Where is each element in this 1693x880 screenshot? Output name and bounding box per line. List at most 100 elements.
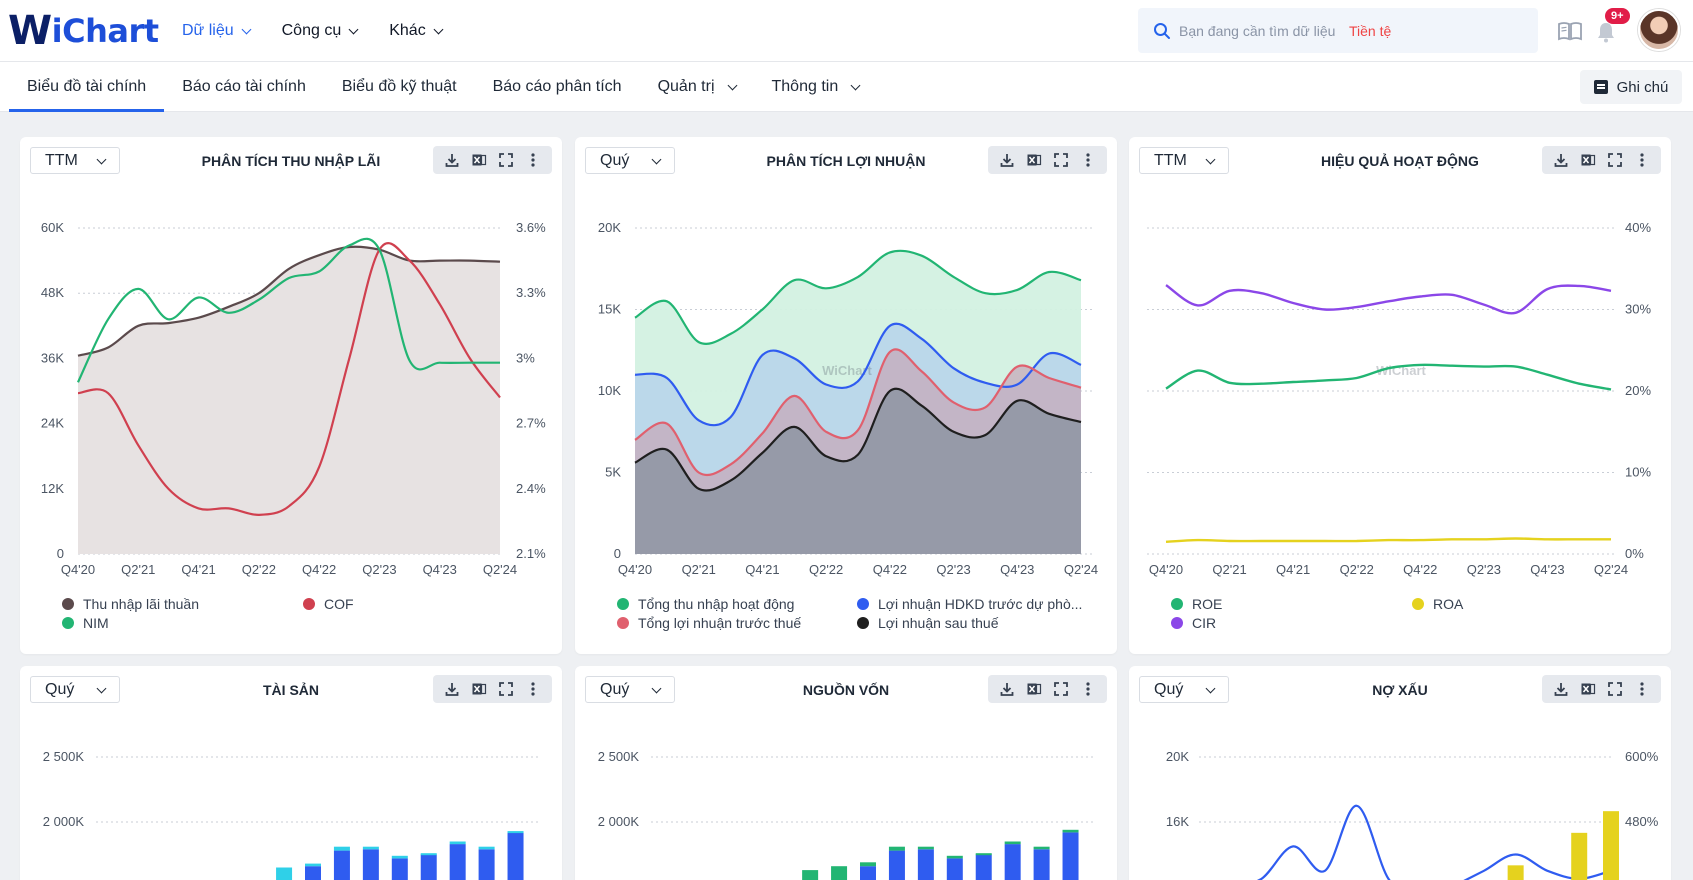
more-vertical-icon[interactable] — [1077, 679, 1099, 699]
bar-segment[interactable] — [1033, 849, 1050, 880]
bar-segment[interactable] — [860, 862, 876, 867]
period-select[interactable]: Quý — [585, 676, 675, 703]
bar-segment[interactable] — [333, 850, 350, 880]
excel-icon[interactable] — [1023, 679, 1045, 699]
bar-segment[interactable] — [507, 832, 524, 880]
legend-item[interactable]: Thu nhập lãi thuần — [62, 596, 199, 612]
download-icon[interactable] — [996, 679, 1018, 699]
period-select[interactable]: TTM — [1139, 147, 1229, 174]
bar-segment[interactable] — [1033, 846, 1050, 850]
bar-segment[interactable] — [1062, 829, 1079, 833]
x-tick-label: Q2'21 — [682, 562, 716, 577]
download-icon[interactable] — [1550, 150, 1572, 170]
excel-icon[interactable] — [468, 150, 490, 170]
legend-item[interactable]: Lợi nhuận sau thuế — [857, 615, 999, 631]
fullscreen-icon[interactable] — [495, 150, 517, 170]
bar-segment[interactable] — [1507, 865, 1524, 880]
bar-segment[interactable] — [333, 846, 350, 851]
more-vertical-icon[interactable] — [522, 150, 544, 170]
period-select[interactable]: Quý — [1139, 676, 1229, 703]
search-input[interactable] — [1179, 22, 1349, 39]
fullscreen-icon[interactable] — [1604, 150, 1626, 170]
bar-segment[interactable] — [362, 846, 379, 850]
bar-segment[interactable] — [975, 853, 992, 856]
excel-icon[interactable] — [1577, 150, 1599, 170]
bar-segment[interactable] — [1004, 844, 1021, 880]
bar-segment[interactable] — [276, 867, 293, 880]
more-vertical-icon[interactable] — [1631, 150, 1653, 170]
period-select-value: Quý — [45, 680, 75, 698]
nav-item-cong-cu[interactable]: Công cụ — [282, 0, 359, 62]
bar-segment[interactable] — [802, 870, 819, 880]
fullscreen-icon[interactable] — [495, 679, 517, 699]
x-tick-label: Q4'23 — [1000, 562, 1034, 577]
download-icon[interactable] — [441, 679, 463, 699]
tab-quan-tri[interactable]: Quản trị — [640, 62, 754, 112]
bar-segment[interactable] — [449, 841, 466, 845]
bar-segment[interactable] — [305, 863, 321, 867]
legend-item[interactable]: Tổng thu nhập hoạt động — [617, 596, 794, 612]
period-select[interactable]: Quý — [585, 147, 675, 174]
fullscreen-icon[interactable] — [1604, 679, 1626, 699]
excel-icon[interactable] — [468, 679, 490, 699]
bar-segment[interactable] — [507, 831, 524, 834]
bar-segment[interactable] — [391, 858, 408, 880]
tab-bieu-do-ky-thuat[interactable]: Biểu đồ kỹ thuật — [324, 62, 475, 112]
wichart-logo[interactable]: WiChart — [8, 8, 159, 54]
user-avatar[interactable] — [1638, 9, 1680, 51]
bar-segment[interactable] — [831, 866, 848, 880]
nav-item-label: Dữ liệu — [182, 22, 234, 39]
bar-segment[interactable] — [946, 858, 963, 880]
bar-segment[interactable] — [917, 846, 934, 850]
excel-icon[interactable] — [1023, 150, 1045, 170]
bar-segment[interactable] — [391, 855, 408, 859]
nav-item-khac[interactable]: Khác — [389, 0, 444, 62]
download-icon[interactable] — [441, 150, 463, 170]
period-select[interactable]: Quý — [30, 676, 120, 703]
bar-segment[interactable] — [1004, 841, 1021, 845]
bar-segment[interactable] — [860, 866, 876, 880]
download-icon[interactable] — [996, 150, 1018, 170]
more-vertical-icon[interactable] — [522, 679, 544, 699]
more-vertical-icon[interactable] — [1077, 150, 1099, 170]
bar-segment[interactable] — [362, 849, 379, 880]
fullscreen-icon[interactable] — [1050, 679, 1072, 699]
bar-segment[interactable] — [478, 846, 495, 850]
fullscreen-icon[interactable] — [1050, 150, 1072, 170]
bar-segment[interactable] — [305, 866, 321, 880]
series-line-ROA[interactable] — [1165, 537, 1611, 543]
bar-segment[interactable] — [946, 855, 963, 859]
bar-segment[interactable] — [888, 850, 905, 880]
tab-bao-cao-tai-chinh[interactable]: Báo cáo tài chính — [164, 62, 324, 112]
note-button[interactable]: Ghi chú — [1580, 70, 1682, 104]
bar-segment[interactable] — [975, 854, 992, 880]
bar-segment[interactable] — [478, 849, 495, 880]
series-line-npl[interactable] — [1166, 804, 1612, 880]
bar-segment[interactable] — [1603, 811, 1619, 880]
bar-segment[interactable] — [420, 853, 437, 856]
bar-segment[interactable] — [449, 844, 466, 880]
excel-icon[interactable] — [1577, 679, 1599, 699]
bar-segment[interactable] — [1062, 832, 1079, 880]
bar-segment[interactable] — [888, 846, 905, 851]
period-select[interactable]: TTM — [30, 147, 120, 174]
book-icon[interactable] — [1556, 19, 1584, 43]
bar-segment[interactable] — [1571, 832, 1588, 880]
more-vertical-icon[interactable] — [1631, 679, 1653, 699]
legend-item[interactable]: NIM — [62, 615, 109, 631]
nav-item-du-lieu[interactable]: Dữ liệu — [182, 0, 252, 62]
legend-item[interactable]: ROA — [1412, 596, 1463, 612]
tab-bao-cao-phan-tich[interactable]: Báo cáo phân tích — [475, 62, 640, 112]
bar-segment[interactable] — [420, 854, 437, 880]
tab-bieu-do-tai-chinh[interactable]: Biểu đồ tài chính — [9, 62, 165, 112]
legend-item[interactable]: COF — [303, 596, 354, 612]
search-hint[interactable]: Tiền tệ — [1349, 23, 1391, 39]
legend-item[interactable]: Lợi nhuận HDKD trước dự phò... — [857, 596, 1082, 612]
download-icon[interactable] — [1550, 679, 1572, 699]
legend-item[interactable]: Tổng lợi nhuận trước thuế — [617, 615, 801, 631]
tab-thong-tin[interactable]: Thông tin — [754, 62, 878, 112]
bar-segment[interactable] — [917, 849, 934, 880]
search-box[interactable]: Tiền tệ — [1138, 8, 1538, 53]
legend-item[interactable]: CIR — [1171, 615, 1216, 631]
legend-item[interactable]: ROE — [1171, 596, 1222, 612]
